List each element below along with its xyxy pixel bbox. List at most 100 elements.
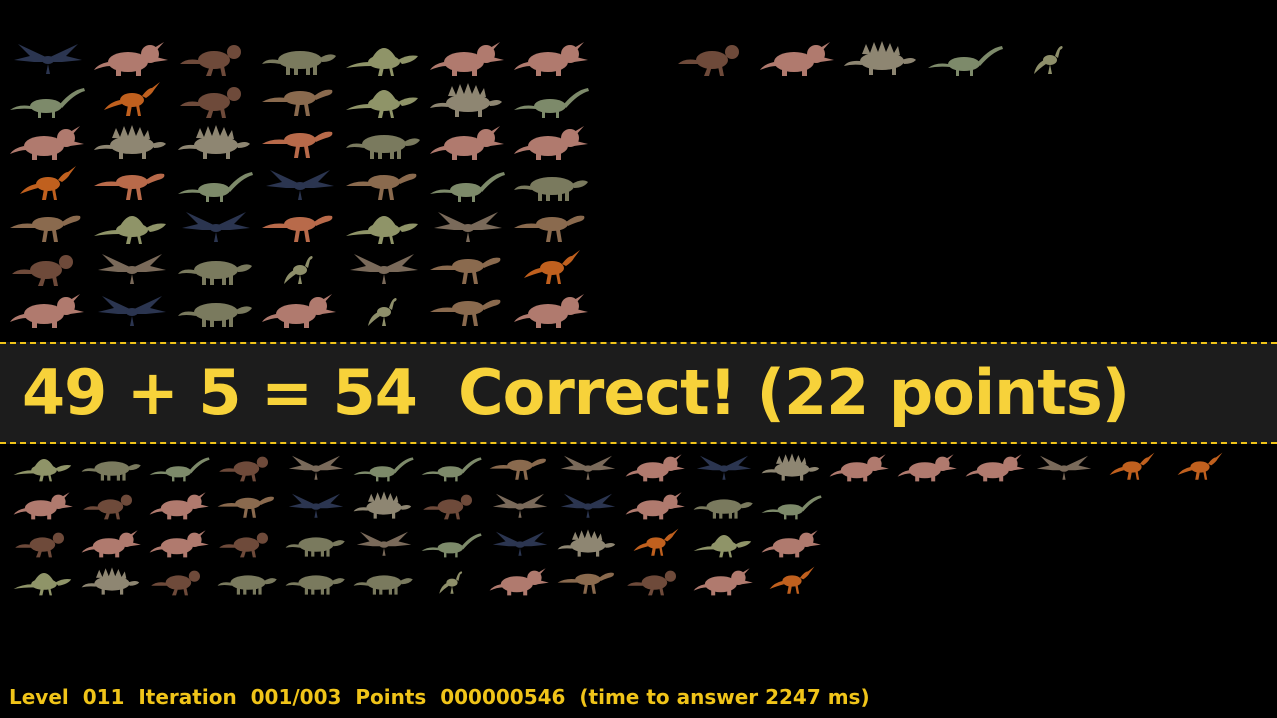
tyrannosaurus-icon <box>216 488 280 522</box>
compsognathus-icon <box>1010 38 1090 78</box>
ankylosaurus-icon <box>80 450 144 484</box>
stegosaurus-icon <box>176 122 256 162</box>
tyrannosaurus-icon <box>344 164 424 204</box>
gallimimus-icon <box>92 164 172 204</box>
triceratops-icon <box>896 450 960 484</box>
spinosaurus-icon <box>92 206 172 246</box>
pterosaur-icon <box>352 526 416 560</box>
triceratops-icon <box>260 290 340 330</box>
parasaurolophus-icon <box>8 164 88 204</box>
diplodocus-icon <box>926 38 1006 78</box>
ankylosaurus-icon <box>260 38 340 78</box>
stegosaurus-icon <box>428 80 508 120</box>
pachycephalosaurus-icon <box>12 526 76 560</box>
ankylosaurus-icon <box>176 248 256 288</box>
diplodocus-icon <box>512 80 592 120</box>
spinosaurus-icon <box>12 564 76 598</box>
triceratops-icon <box>828 450 892 484</box>
compsognathus-icon <box>344 290 424 330</box>
diplodocus-icon <box>352 450 416 484</box>
spinosaurus-icon <box>344 206 424 246</box>
ankylosaurus-icon <box>216 564 280 598</box>
pachycephalosaurus-icon <box>216 526 280 560</box>
pterosaur-icon <box>344 248 424 288</box>
diplodocus-icon <box>148 450 212 484</box>
triceratops-icon <box>92 38 172 78</box>
triceratops-icon <box>428 122 508 162</box>
diplodocus-icon <box>8 80 88 120</box>
spinosaurus-icon <box>692 526 756 560</box>
tyrannosaurus-icon <box>8 206 88 246</box>
tyrannosaurus-icon <box>488 450 552 484</box>
pachycephalosaurus-icon <box>80 488 144 522</box>
diplodocus-icon <box>760 488 824 522</box>
result-banner: 49 + 5 = 54 Correct! (22 points) <box>0 342 1277 444</box>
triceratops-icon <box>12 488 76 522</box>
tyrannosaurus-icon <box>260 80 340 120</box>
parasaurolophus-icon <box>1168 450 1232 484</box>
gallimimus-icon <box>260 122 340 162</box>
gallimimus-icon <box>260 206 340 246</box>
ankylosaurus-icon <box>176 290 256 330</box>
ankylosaurus-icon <box>284 564 348 598</box>
pachycephalosaurus-icon <box>176 38 256 78</box>
spinosaurus-icon <box>12 450 76 484</box>
stegosaurus-icon <box>92 122 172 162</box>
pterosaur-icon <box>428 206 508 246</box>
triceratops-icon <box>624 488 688 522</box>
parasaurolophus-icon <box>92 80 172 120</box>
stegosaurus-icon <box>352 488 416 522</box>
parasaurolophus-icon <box>624 526 688 560</box>
tyrannosaurus-icon <box>556 564 620 598</box>
archaeopteryx-icon <box>284 488 348 522</box>
tyrannosaurus-icon <box>428 290 508 330</box>
archaeopteryx-icon <box>488 526 552 560</box>
pachycephalosaurus-icon <box>148 564 212 598</box>
archaeopteryx-icon <box>556 488 620 522</box>
archaeopteryx-icon <box>8 38 88 78</box>
triceratops-icon <box>624 450 688 484</box>
pachycephalosaurus-icon <box>420 488 484 522</box>
ankylosaurus-icon <box>512 164 592 204</box>
ankylosaurus-icon <box>344 122 424 162</box>
archaeopteryx-icon <box>92 290 172 330</box>
diplodocus-icon <box>176 164 256 204</box>
pachycephalosaurus-icon <box>216 450 280 484</box>
triceratops-icon <box>512 38 592 78</box>
status-bar: Level 011 Iteration 001/003 Points 00000… <box>9 685 870 709</box>
equation-result-text: 49 + 5 = 54 Correct! (22 points) <box>22 356 1130 429</box>
compsognathus-icon <box>260 248 340 288</box>
triceratops-icon <box>8 290 88 330</box>
archaeopteryx-icon <box>260 164 340 204</box>
stegosaurus-icon <box>842 38 922 78</box>
pachycephalosaurus-icon <box>674 38 754 78</box>
pachycephalosaurus-icon <box>8 248 88 288</box>
pterosaur-icon <box>284 450 348 484</box>
triceratops-icon <box>80 526 144 560</box>
pterosaur-icon <box>556 450 620 484</box>
triceratops-icon <box>148 526 212 560</box>
triceratops-icon <box>512 122 592 162</box>
diplodocus-icon <box>420 450 484 484</box>
stegosaurus-icon <box>760 450 824 484</box>
triceratops-icon <box>512 290 592 330</box>
tyrannosaurus-icon <box>512 206 592 246</box>
parasaurolophus-icon <box>1100 450 1164 484</box>
compsognathus-icon <box>420 564 484 598</box>
stegosaurus-icon <box>556 526 620 560</box>
diplodocus-icon <box>420 526 484 560</box>
pterosaur-icon <box>92 248 172 288</box>
parasaurolophus-icon <box>760 564 824 598</box>
pachycephalosaurus-icon <box>176 80 256 120</box>
pterosaur-icon <box>1032 450 1096 484</box>
ankylosaurus-icon <box>692 488 756 522</box>
triceratops-icon <box>760 526 824 560</box>
triceratops-icon <box>428 38 508 78</box>
triceratops-icon <box>148 488 212 522</box>
archaeopteryx-icon <box>176 206 256 246</box>
stegosaurus-icon <box>80 564 144 598</box>
ankylosaurus-icon <box>284 526 348 560</box>
spinosaurus-icon <box>344 38 424 78</box>
triceratops-icon <box>692 564 756 598</box>
archaeopteryx-icon <box>692 450 756 484</box>
